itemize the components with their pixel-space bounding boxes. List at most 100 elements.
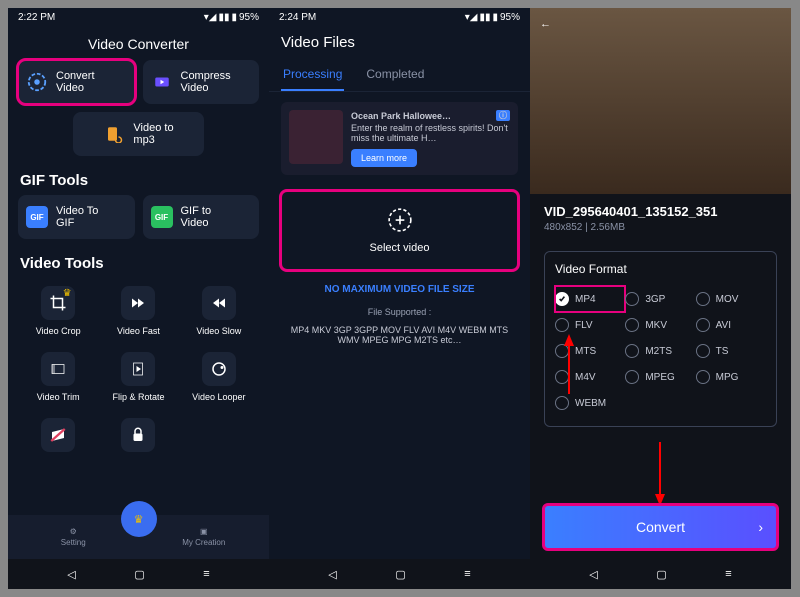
format-radio-avi[interactable]: AVI <box>696 312 766 338</box>
recent-btn[interactable]: ≡ <box>203 568 209 580</box>
format-radio-flv[interactable]: FLV <box>555 312 625 338</box>
status-right: ▾◢ ▮▮ ▮ 95% <box>204 12 259 23</box>
format-label: M4V <box>575 372 596 383</box>
ad-card[interactable]: Ocean Park Hallowee… ⓘ Enter the realm o… <box>281 102 518 175</box>
back-btn[interactable]: ◁ <box>67 568 75 581</box>
bottom-nav: ⚙ Setting ♛ ▣ My Creation <box>8 515 269 559</box>
video-slow-label: Video Slow <box>196 326 241 336</box>
format-radio-webm[interactable]: WEBM <box>555 390 625 416</box>
format-label: FLV <box>575 320 593 331</box>
video-to-mp3-label: Video to mp3 <box>133 122 173 146</box>
status-bar: 2:24 PM ▾◢ ▮▮ ▮ 95% <box>269 8 530 26</box>
video-tools-row-1: ♛ Video Crop Video Fast Video Slow <box>8 278 269 344</box>
back-btn[interactable]: ◁ <box>589 568 597 581</box>
blocked-icon <box>41 418 75 452</box>
home-btn[interactable]: ▢ <box>395 568 405 581</box>
gif-tile-row: GIF Video To GIF GIF GIF to Video <box>8 195 269 247</box>
format-radio-mkv[interactable]: MKV <box>625 312 695 338</box>
video-to-gif-tile[interactable]: GIF Video To GIF <box>18 195 135 239</box>
android-nav: ◁ ▢ ≡ <box>530 559 791 589</box>
back-arrow-icon[interactable]: ← <box>540 18 551 30</box>
recent-btn[interactable]: ≡ <box>725 568 731 580</box>
radio-circle-icon <box>696 344 710 358</box>
ad-badge: ⓘ <box>496 110 510 121</box>
ad-learn-more-button[interactable]: Learn more <box>351 149 417 167</box>
file-meta: VID_295640401_135152_351 480x852 | 2.56M… <box>530 194 791 239</box>
lock-icon <box>121 418 155 452</box>
main-tile-row-2: Video to mp3 <box>8 112 269 164</box>
format-radio-m4v[interactable]: M4V <box>555 364 625 390</box>
nav-fab[interactable]: ♛ <box>121 501 157 537</box>
flip-rotate-label: Flip & Rotate <box>112 392 164 402</box>
format-radio-ts[interactable]: TS <box>696 338 766 364</box>
video-icon: GIF <box>151 206 173 228</box>
select-video-button[interactable]: Select video <box>281 191 518 270</box>
fast-icon <box>121 286 155 320</box>
video-tools-row-2: Video Trim Flip & Rotate Video Looper <box>8 344 269 410</box>
video-fast-item[interactable]: Video Fast <box>98 278 178 344</box>
format-label: MPEG <box>645 372 674 383</box>
main-tile-row: Convert Video Compress Video <box>8 60 269 112</box>
convert-button[interactable]: Convert › <box>544 505 777 549</box>
video-extra-1[interactable] <box>18 410 98 460</box>
format-label: WEBM <box>575 398 606 409</box>
recent-btn[interactable]: ≡ <box>464 568 470 580</box>
file-name: VID_295640401_135152_351 <box>544 204 777 219</box>
home-btn[interactable]: ▢ <box>134 568 144 581</box>
format-label: TS <box>716 346 729 357</box>
format-radio-mts[interactable]: MTS <box>555 338 625 364</box>
nav-creation[interactable]: ▣ My Creation <box>139 515 270 559</box>
supported-label: File Supported : <box>269 303 530 321</box>
gif-to-video-label: GIF to Video <box>181 205 212 229</box>
compress-icon <box>151 71 173 93</box>
status-time: 2:24 PM <box>279 12 316 23</box>
video-crop-item[interactable]: ♛ Video Crop <box>18 278 98 344</box>
phone-screen-2: 2:24 PM ▾◢ ▮▮ ▮ 95% Video Files Processi… <box>269 8 530 589</box>
format-radio-m2ts[interactable]: M2TS <box>625 338 695 364</box>
radio-circle-icon <box>696 292 710 306</box>
format-radio-mov[interactable]: MOV <box>696 286 766 312</box>
flip-rotate-item[interactable]: Flip & Rotate <box>98 344 178 410</box>
format-label: 3GP <box>645 294 665 305</box>
video-to-gif-label: Video To GIF <box>56 205 98 229</box>
radio-circle-icon <box>555 344 569 358</box>
format-radio-grid: MP4 3GP MOV FLV MKV AVI MTS M2TS TS M4V MPEG MPG WEB… <box>555 286 766 416</box>
gif-to-video-tile[interactable]: GIF GIF to Video <box>143 195 260 239</box>
video-slow-item[interactable]: Video Slow <box>179 278 259 344</box>
video-fast-label: Video Fast <box>117 326 160 336</box>
video-extra-2[interactable] <box>98 410 178 460</box>
annotation-arrow-2 <box>650 438 670 510</box>
video-trim-item[interactable]: Video Trim <box>18 344 98 410</box>
page-title: Video Files <box>269 26 530 59</box>
app-title: Video Converter <box>8 26 269 60</box>
compress-video-tile[interactable]: Compress Video <box>143 60 260 104</box>
format-label: AVI <box>716 320 731 331</box>
format-label: MOV <box>716 294 739 305</box>
format-radio-mpg[interactable]: MPG <box>696 364 766 390</box>
format-radio-mp4[interactable]: MP4 <box>555 286 625 312</box>
format-radio-3gp[interactable]: 3GP <box>625 286 695 312</box>
video-tools-row-3 <box>8 410 269 460</box>
format-label: MPG <box>716 372 739 383</box>
video-looper-label: Video Looper <box>192 392 245 402</box>
video-to-mp3-tile[interactable]: Video to mp3 <box>73 112 203 156</box>
nav-setting[interactable]: ⚙ Setting <box>8 515 139 559</box>
radio-circle-icon <box>555 396 569 410</box>
nav-setting-label: Setting <box>61 538 86 547</box>
gif-tools-title: GIF Tools <box>8 164 269 195</box>
radio-circle-icon <box>696 370 710 384</box>
nav-creation-label: My Creation <box>182 538 225 547</box>
format-label: M2TS <box>645 346 672 357</box>
convert-video-label: Convert Video <box>56 70 95 94</box>
tab-processing[interactable]: Processing <box>281 59 344 91</box>
crop-icon: ♛ <box>41 286 75 320</box>
video-looper-item[interactable]: Video Looper <box>179 344 259 410</box>
signal-icon: ▮▮ <box>479 12 490 23</box>
back-btn[interactable]: ◁ <box>328 568 336 581</box>
home-btn[interactable]: ▢ <box>656 568 666 581</box>
convert-video-tile[interactable]: Convert Video <box>18 60 135 104</box>
wifi-icon: ▾◢ <box>204 12 217 23</box>
format-radio-mpeg[interactable]: MPEG <box>625 364 695 390</box>
android-nav: ◁ ▢ ≡ <box>8 559 269 589</box>
tab-completed[interactable]: Completed <box>364 59 426 91</box>
